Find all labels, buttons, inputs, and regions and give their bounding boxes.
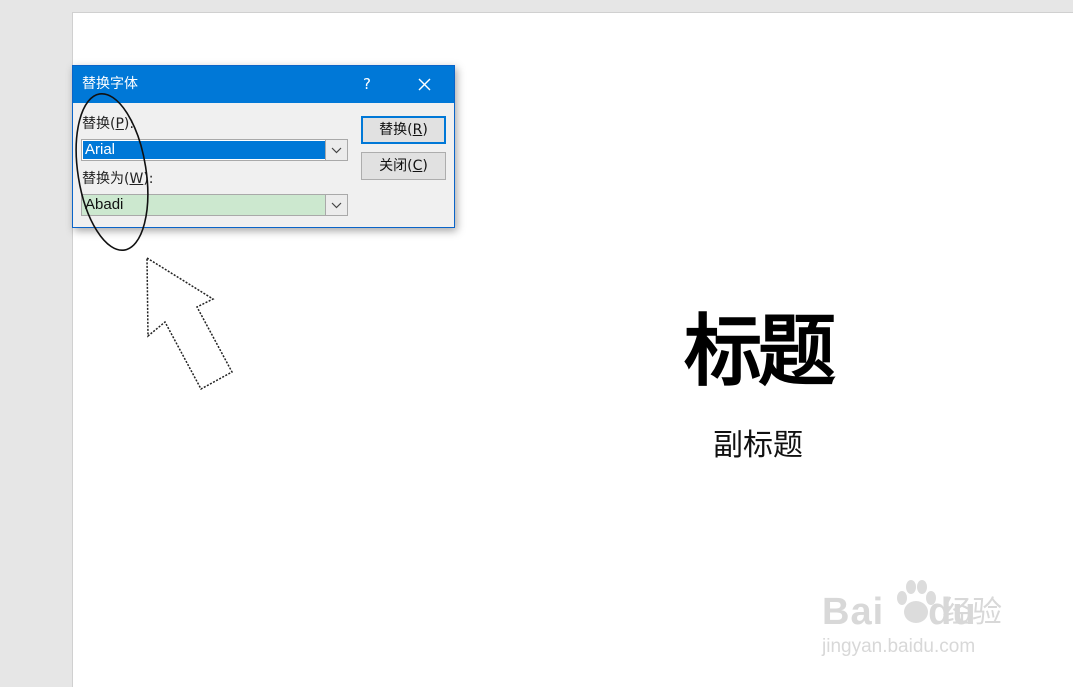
chevron-down-icon[interactable] (325, 195, 347, 215)
replace-fonts-dialog: 替换字体 ? 替换(P): Arial 替换为(W): Abadi 替换(R) … (72, 65, 455, 228)
replace-font-value: Arial (83, 141, 325, 159)
replace-font-combobox[interactable]: Arial (81, 139, 348, 161)
chevron-down-icon[interactable] (325, 140, 347, 160)
paw-icon (894, 578, 938, 632)
replace-label: 替换(P): (82, 116, 135, 132)
dialog-title: 替换字体 (82, 76, 138, 92)
dialog-titlebar[interactable]: 替换字体 ? (73, 66, 454, 103)
replace-with-value: Abadi (85, 196, 124, 213)
close-icon[interactable] (411, 72, 437, 96)
watermark-url: jingyan.baidu.com (822, 636, 976, 657)
watermark-brand-cn: 经验 (942, 595, 1002, 630)
baidu-watermark: Bai du 经验 jingyan.baidu.com (822, 580, 1022, 670)
slide-subtitle[interactable]: 副标题 (703, 431, 813, 461)
help-icon[interactable]: ? (359, 75, 375, 93)
slide-title[interactable]: 标题 (673, 313, 843, 391)
replace-button[interactable]: 替换(R) (361, 116, 446, 144)
replace-with-combobox[interactable]: Abadi (81, 194, 348, 216)
replace-with-label: 替换为(W): (82, 171, 154, 187)
close-button[interactable]: 关闭(C) (361, 152, 446, 180)
